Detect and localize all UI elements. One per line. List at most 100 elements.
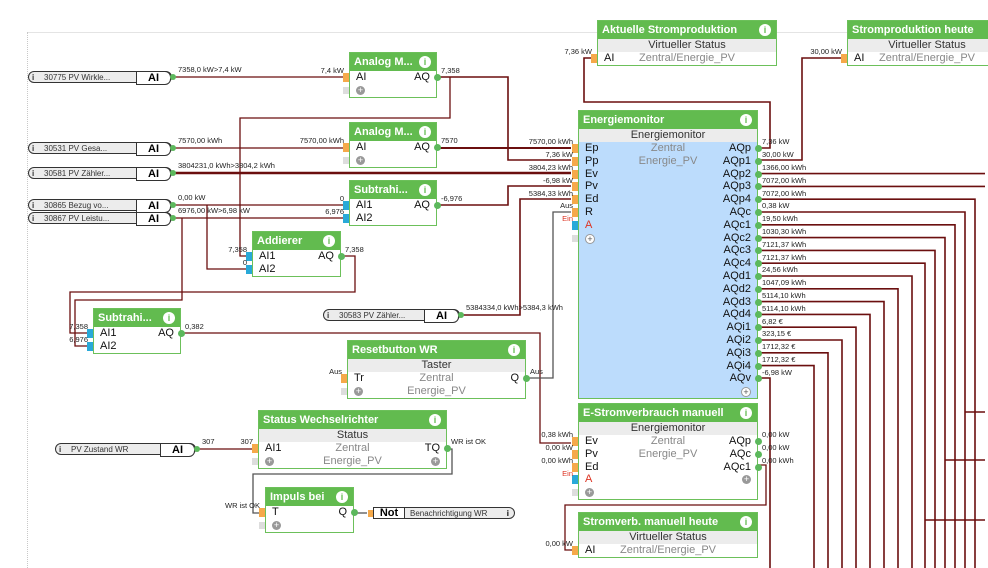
function-block-em[interactable]: Energiemonitor i Energiemonitor Zentral Ep AQ…: [572, 110, 762, 399]
add-output-icon[interactable]: +: [742, 475, 751, 485]
function-block-add[interactable]: Addierer i AI1 AQ AI2: [246, 231, 345, 277]
input-tag-tzustand[interactable]: i PV Zustand WR AI: [55, 443, 200, 457]
output-port-AQ[interactable]: [434, 144, 441, 151]
info-icon[interactable]: i: [740, 114, 752, 126]
wire[interactable]: [526, 211, 571, 379]
block-title[interactable]: Analog M... i: [350, 53, 436, 71]
function-block-sub2[interactable]: Subtrahi... i AI1 AQ AI2: [87, 308, 185, 354]
input-tag-t30775[interactable]: i 30775 PV Wirkle... AI: [28, 71, 176, 85]
info-icon[interactable]: i: [429, 414, 441, 426]
output-port-AQ[interactable]: [178, 330, 185, 337]
add-input-icon[interactable]: +: [354, 386, 363, 396]
block-title[interactable]: Stromproduktion heutei: [848, 21, 988, 39]
block-title[interactable]: Energiemonitor i: [579, 111, 757, 129]
input-tag-t30581[interactable]: i 30581 PV Zähler... AI: [28, 167, 176, 181]
output-port[interactable]: [458, 312, 464, 318]
info-icon[interactable]: i: [740, 516, 752, 528]
input-tag-t30865[interactable]: i 30865 Bezug vo... AI: [28, 199, 176, 213]
block-title[interactable]: Aktuelle Stromproduktion i: [598, 21, 776, 39]
function-block-aktuelle[interactable]: Aktuelle Stromproduktion i Virtueller Stat…: [591, 20, 777, 66]
function-block-sub1[interactable]: Subtrahi... i AI1 AQ AI2: [343, 180, 441, 226]
output-port-AQd2[interactable]: [755, 285, 762, 293]
input-tag-t30583[interactable]: i 30583 PV Zähler... AI: [323, 309, 464, 323]
output-port-AQ[interactable]: [338, 253, 345, 260]
output-port-AQ[interactable]: [434, 74, 441, 81]
wire[interactable]: [758, 377, 771, 568]
block-body: Zentral/Energie_PV AI: [591, 52, 776, 65]
function-block-reset[interactable]: Resetbutton WR i Taster Zentral Tr Q Energie_P…: [341, 340, 530, 399]
info-icon[interactable]: i: [336, 491, 348, 503]
info-icon[interactable]: i: [419, 184, 431, 196]
output-port-AQp[interactable]: [755, 438, 762, 445]
output-port-AQi3[interactable]: [755, 349, 762, 357]
info-icon[interactable]: i: [759, 24, 771, 36]
info-icon[interactable]: i: [32, 200, 34, 212]
output-port-AQd3[interactable]: [755, 298, 762, 306]
input-tag-t30531[interactable]: i 30531 PV Gesa... AI: [28, 142, 176, 156]
info-icon[interactable]: i: [419, 126, 431, 138]
block-title[interactable]: Stromverb. manuell heute i: [579, 513, 757, 531]
block-title[interactable]: Subtrahi... i: [94, 309, 180, 327]
info-icon[interactable]: i: [59, 444, 61, 456]
block-title[interactable]: Analog M... i: [350, 123, 436, 141]
output-port-AQc[interactable]: [755, 450, 762, 458]
function-block-analog1[interactable]: Analog M... i AI AQ +: [343, 52, 441, 98]
add-input-icon[interactable]: +: [265, 456, 274, 466]
add-input-icon[interactable]: +: [585, 488, 594, 498]
output-port[interactable]: [170, 170, 176, 176]
info-icon[interactable]: i: [740, 407, 752, 419]
add-input-icon[interactable]: +: [272, 520, 281, 530]
block-title[interactable]: Resetbutton WR i: [348, 341, 525, 359]
info-icon[interactable]: i: [163, 312, 175, 324]
output-port-Q[interactable]: [351, 509, 358, 516]
info-icon[interactable]: i: [32, 143, 34, 155]
info-icon[interactable]: i: [323, 235, 335, 247]
output-port-AQi4[interactable]: [755, 362, 762, 370]
output-port-Q[interactable]: [523, 375, 530, 382]
info-icon[interactable]: i: [32, 168, 34, 180]
input-tag-t30867[interactable]: i 30867 PV Leistu... AI: [28, 212, 176, 226]
info-icon[interactable]: i: [32, 72, 34, 84]
block-title[interactable]: E-Stromverbrauch manuell i: [579, 404, 757, 422]
output-port[interactable]: [170, 74, 176, 80]
block-title[interactable]: Addierer i: [253, 232, 340, 250]
output-port-AQc1[interactable]: [755, 463, 762, 471]
add-input-icon[interactable]: +: [585, 233, 595, 244]
info-icon[interactable]: i: [32, 213, 34, 225]
add-output-icon[interactable]: +: [431, 456, 440, 466]
info-icon[interactable]: i: [508, 344, 520, 356]
input-port[interactable]: [368, 510, 373, 517]
function-block-smheute[interactable]: Stromverb. manuell heute i Virtueller Stat…: [572, 512, 758, 558]
info-icon[interactable]: i: [419, 56, 431, 68]
output-port[interactable]: [170, 215, 176, 221]
output-port[interactable]: [194, 446, 200, 452]
function-block-analog2[interactable]: Analog M... i AI AQ +: [343, 122, 441, 168]
function-block-impuls[interactable]: Impuls bei i T Q +: [259, 487, 358, 533]
block-title[interactable]: Subtrahi... i: [350, 181, 436, 199]
block-title[interactable]: Status Wechselrichter i: [259, 411, 446, 429]
output-port-AQc1[interactable]: [755, 221, 762, 229]
info-icon[interactable]: i: [327, 310, 329, 322]
info-icon[interactable]: i: [507, 508, 509, 519]
output-port-AQp2[interactable]: [755, 170, 762, 178]
output-port[interactable]: [170, 202, 176, 208]
output-port-AQp[interactable]: [755, 145, 762, 152]
function-block-heute[interactable]: Stromproduktion heuteiVirtueller StatusZ…: [841, 20, 988, 66]
function-block-estrom[interactable]: E-Stromverbrauch manuell i Energiemonitor Z…: [572, 403, 762, 500]
add-input-icon[interactable]: +: [356, 155, 365, 165]
add-input-icon[interactable]: +: [356, 85, 365, 95]
output-port-AQd1[interactable]: [755, 272, 762, 280]
output-port[interactable]: [170, 145, 176, 151]
output-port-AQc2[interactable]: [755, 234, 762, 242]
block-title[interactable]: Impuls bei i: [266, 488, 353, 506]
logic-canvas[interactable]: Analog M... i AI AQ +7,4 kW 7,358 Analog M... i…: [0, 0, 988, 568]
output-port-AQp1[interactable]: [755, 157, 762, 165]
output-port-AQc[interactable]: [755, 208, 762, 216]
output-port-TQ[interactable]: [444, 445, 451, 452]
output-port-AQi2[interactable]: [755, 336, 762, 344]
add-output-icon[interactable]: +: [741, 387, 751, 398]
function-block-status[interactable]: Status Wechselrichter i Status Zentral AI1 TQ…: [252, 410, 451, 469]
wire[interactable]: [462, 198, 571, 316]
output-tag-notification[interactable]: Not Benachrichtigung WR i: [368, 507, 515, 519]
output-port-AQ[interactable]: [434, 202, 441, 209]
